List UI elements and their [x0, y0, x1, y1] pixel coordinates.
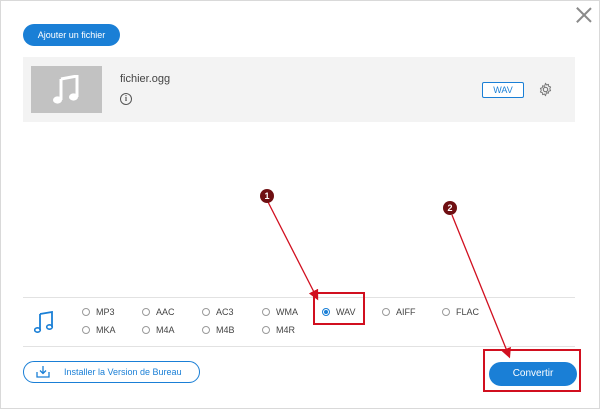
install-desktop-button[interactable]: Installer la Version de Bureau	[23, 361, 200, 383]
format-option-m4b[interactable]: M4B	[202, 323, 235, 337]
download-icon	[36, 366, 50, 378]
close-icon[interactable]	[574, 5, 594, 25]
format-option-label: M4R	[276, 325, 296, 335]
format-option-label: MP3	[96, 307, 115, 317]
annotation-highlight-convert	[483, 349, 581, 392]
file-thumbnail	[31, 66, 102, 113]
format-option-m4r[interactable]: M4R	[262, 323, 295, 337]
format-option-label: AAC	[156, 307, 175, 317]
music-note-icon	[53, 75, 79, 104]
format-option-label: AC3	[216, 307, 234, 317]
output-format-button[interactable]: WAV	[482, 82, 524, 98]
annotation-highlight-wav	[313, 292, 365, 325]
format-option-label: M4B	[216, 325, 235, 335]
radio-button[interactable]	[82, 307, 90, 316]
format-option-m4a[interactable]: M4A	[142, 323, 175, 337]
format-option-label: MKA	[96, 325, 116, 335]
music-note-icon	[34, 311, 54, 333]
gear-icon[interactable]	[538, 82, 553, 97]
radio-button[interactable]	[382, 307, 390, 316]
radio-button[interactable]	[82, 325, 90, 334]
radio-button[interactable]	[262, 325, 270, 334]
add-file-button[interactable]: Ajouter un fichier	[23, 24, 120, 46]
radio-button[interactable]	[202, 325, 210, 334]
format-option-mka[interactable]: MKA	[82, 323, 116, 337]
radio-button[interactable]	[442, 307, 450, 316]
format-option-label: FLAC	[456, 307, 480, 317]
step-badge-2: 2	[443, 201, 457, 215]
format-option-aac[interactable]: AAC	[142, 305, 175, 319]
file-row: fichier.ogg i WAV	[23, 57, 575, 122]
info-icon[interactable]: i	[120, 93, 132, 105]
radio-button[interactable]	[142, 307, 150, 316]
step-badge-1: 1	[260, 189, 274, 203]
radio-button[interactable]	[142, 325, 150, 334]
format-option-flac[interactable]: FLAC	[442, 305, 479, 319]
radio-button[interactable]	[262, 307, 270, 316]
format-option-aiff[interactable]: AIFF	[382, 305, 416, 319]
format-option-ac3[interactable]: AC3	[202, 305, 234, 319]
format-option-label: WMA	[276, 307, 298, 317]
format-option-mp3[interactable]: MP3	[82, 305, 115, 319]
file-name: fichier.ogg	[120, 73, 171, 85]
format-option-wma[interactable]: WMA	[262, 305, 298, 319]
format-option-label: M4A	[156, 325, 175, 335]
format-option-label: AIFF	[396, 307, 416, 317]
install-desktop-label: Installer la Version de Bureau	[64, 367, 182, 377]
radio-button[interactable]	[202, 307, 210, 316]
